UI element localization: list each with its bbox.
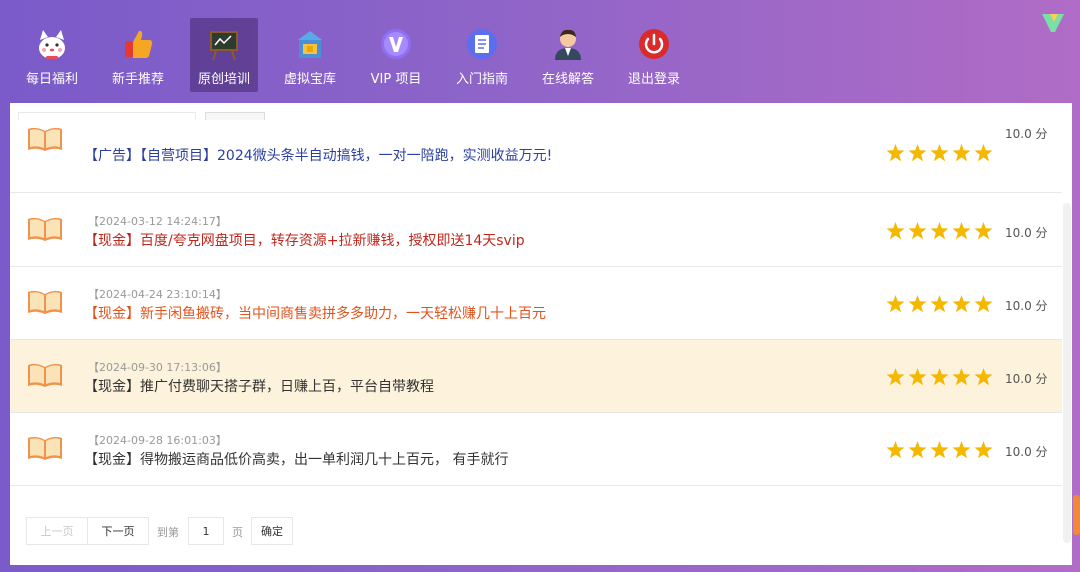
item-score: 10.0 分 [1005, 372, 1048, 386]
open-book-icon [28, 436, 62, 460]
list-item[interactable]: 【2024-09-28 16:01:03】 【现金】得物搬运商品低价高卖，出一单… [10, 413, 1062, 486]
thumbs-up-icon [125, 30, 153, 58]
star-icon [974, 222, 993, 240]
star-icon [952, 222, 971, 240]
page-unit-label: 页 [232, 526, 243, 539]
star-icon [974, 295, 993, 313]
item-title[interactable]: 【广告】【自营项目】2024微头条半自动搞钱，一对一陪跑，实测收益万元! [84, 145, 552, 165]
open-book-icon [28, 127, 62, 151]
star-icon [930, 295, 949, 313]
list-item[interactable]: 【2024-04-24 23:10:14】 【现金】新手闲鱼搬砖，当中间商售卖拼… [10, 267, 1062, 340]
nav-item-newbie[interactable]: 新手推荐 [104, 18, 172, 92]
support-agent-icon [555, 29, 581, 60]
star-icon [974, 441, 993, 459]
list-item[interactable]: 【2024-09-30 17:13:06】 【现金】推广付费聊天搭子群，日赚上百… [10, 340, 1062, 413]
next-page-button[interactable]: 下一页 [87, 517, 149, 545]
rating-stars [886, 295, 993, 313]
star-icon [930, 222, 949, 240]
star-icon [886, 222, 905, 240]
list-scrollbar[interactable] [1063, 203, 1071, 543]
star-icon [974, 368, 993, 386]
nav-label: 原创培训 [197, 72, 250, 87]
item-title[interactable]: 【现金】推广付费聊天搭子群，日赚上百，平台自带教程 [84, 376, 434, 396]
star-icon [952, 295, 971, 313]
side-scroll-indicator [1073, 495, 1080, 535]
nav-item-logout[interactable]: 退出登录 [620, 18, 688, 92]
star-icon [886, 295, 905, 313]
star-icon [974, 144, 993, 162]
nav-label: 每日福利 [25, 72, 78, 87]
item-score: 10.0 分 [1005, 299, 1048, 313]
nav-item-original-training[interactable]: 原创培训 [190, 18, 258, 92]
prev-page-button[interactable]: 上一页 [26, 517, 88, 545]
nav-label: VIP 项目 [370, 72, 422, 87]
item-date: 【2024-04-24 23:10:14】 [88, 288, 227, 301]
open-book-icon [28, 290, 62, 314]
nav-item-online-help[interactable]: 在线解答 [534, 18, 602, 92]
rating-stars [886, 368, 993, 386]
nav-label: 虚拟宝库 [283, 72, 336, 87]
nav-label: 新手推荐 [111, 72, 164, 87]
goto-label: 到第 [157, 526, 179, 539]
content-panel: 搜索 【广告】【自营项目】2024微头条半自动搞钱，一对一陪跑，实测收益万元! … [10, 103, 1072, 565]
rating-stars [886, 441, 993, 459]
nav-label: 退出登录 [627, 72, 680, 87]
nav-item-guide[interactable]: 入门指南 [448, 18, 516, 92]
rating-stars [886, 144, 993, 162]
treasure-icon [298, 31, 322, 58]
star-icon [908, 441, 927, 459]
nav-label: 入门指南 [455, 72, 508, 87]
open-book-icon [28, 217, 62, 241]
item-title[interactable]: 【现金】百度/夸克网盘项目，转存资源+拉新赚钱，授权即送14天svip [84, 230, 525, 250]
star-icon [908, 295, 927, 313]
brand-logo-icon [1042, 14, 1064, 32]
star-icon [930, 144, 949, 162]
rating-stars [886, 222, 993, 240]
vip-icon [381, 29, 411, 59]
page-number-input[interactable] [188, 517, 224, 545]
blackboard-icon [210, 31, 238, 61]
nav-label: 在线解答 [541, 72, 594, 87]
star-icon [908, 368, 927, 386]
top-navigation: 每日福利 新手推荐 原创培训 虚拟宝库 VIP 项目 入门指南 在线解答 退出登… [0, 0, 1080, 100]
star-icon [886, 144, 905, 162]
lucky-cat-icon [39, 30, 65, 59]
item-date: 【2024-09-30 17:13:06】 [88, 361, 227, 374]
item-score: 10.0 分 [1005, 445, 1048, 459]
star-icon [908, 144, 927, 162]
item-title[interactable]: 【现金】得物搬运商品低价高卖，出一单利润几十上百元， 有手就行 [84, 449, 508, 469]
star-icon [930, 368, 949, 386]
item-title[interactable]: 【现金】新手闲鱼搬砖，当中间商售卖拼多多助力，一天轻松赚几十上百元 [84, 303, 546, 323]
item-score: 10.0 分 [1005, 226, 1048, 240]
power-icon [639, 29, 669, 59]
item-date: 【2024-03-12 14:24:17】 [88, 215, 227, 228]
item-score: 10.0 分 [1005, 127, 1048, 141]
guide-icon [467, 29, 497, 59]
nav-item-daily-welfare[interactable]: 每日福利 [18, 18, 86, 92]
star-icon [886, 441, 905, 459]
confirm-page-button[interactable]: 确定 [251, 517, 293, 545]
star-icon [930, 441, 949, 459]
star-icon [952, 368, 971, 386]
star-icon [908, 222, 927, 240]
list-item[interactable]: 【广告】【自营项目】2024微头条半自动搞钱，一对一陪跑，实测收益万元! 10.… [10, 120, 1062, 193]
nav-item-virtual-treasury[interactable]: 虚拟宝库 [276, 18, 344, 92]
star-icon [952, 441, 971, 459]
star-icon [886, 368, 905, 386]
open-book-icon [28, 363, 62, 387]
item-date: 【2024-09-28 16:01:03】 [88, 434, 227, 447]
star-icon [952, 144, 971, 162]
list-item[interactable]: 【2024-03-12 14:24:17】 【现金】百度/夸克网盘项目，转存资源… [10, 194, 1062, 267]
nav-item-vip[interactable]: VIP 项目 [362, 18, 430, 92]
